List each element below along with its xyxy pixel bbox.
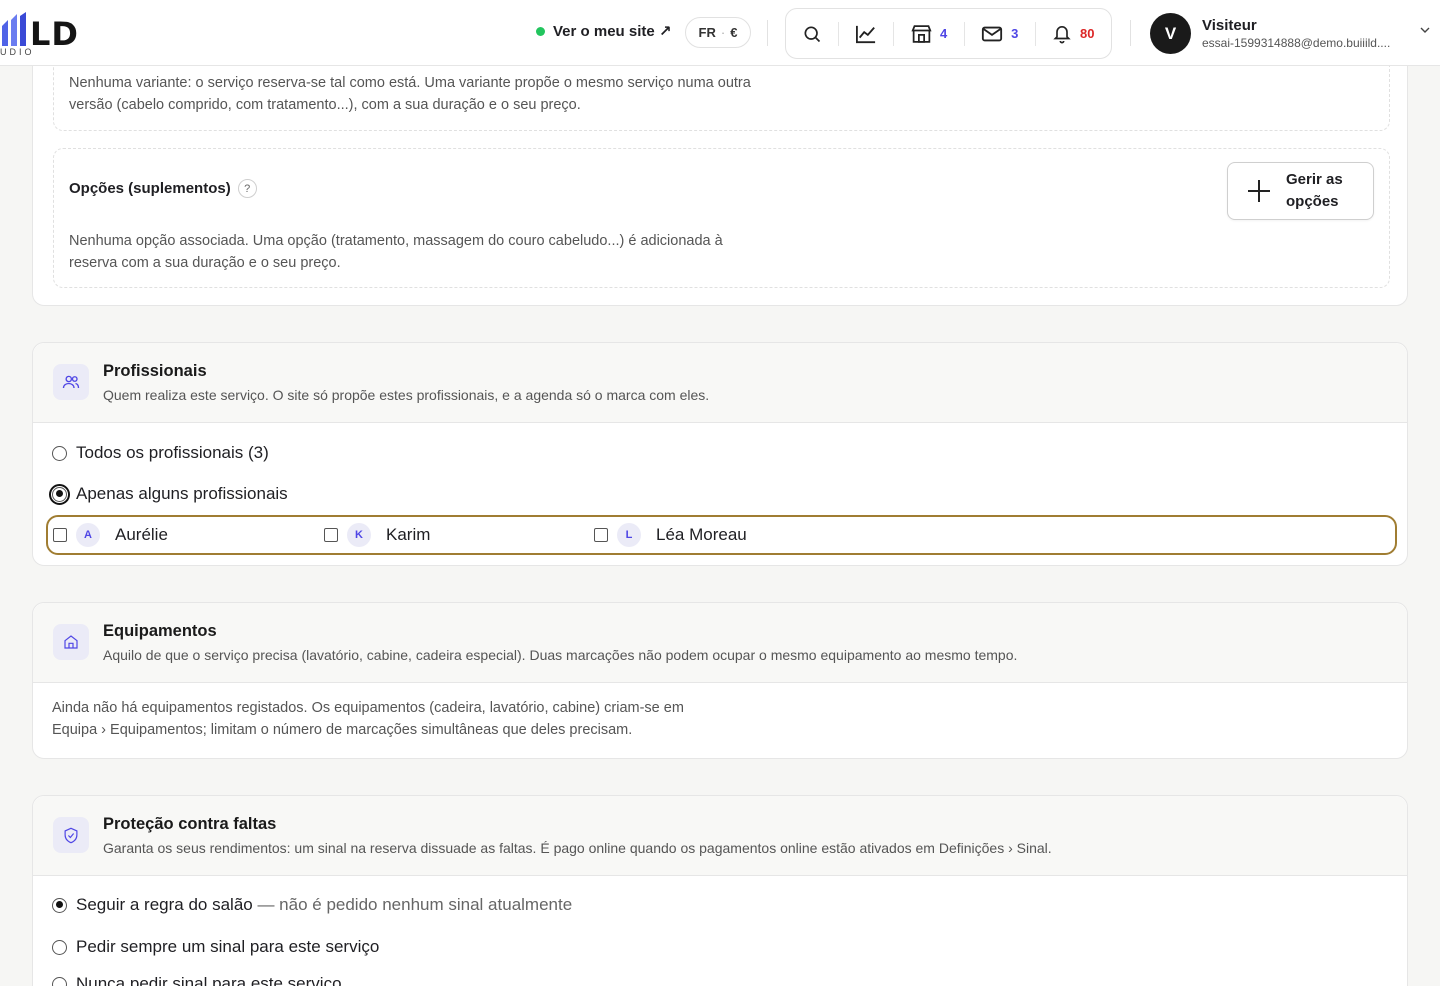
radio-button[interactable] <box>52 897 67 913</box>
top-bar: LD UDIO Ver o meu site ↗ FR · € 4 3 80 V… <box>0 0 1440 66</box>
language-currency-switcher[interactable]: FR · € <box>685 17 751 48</box>
divider <box>767 20 768 46</box>
equipment-card: Equipamentos Aquilo de que o serviço pre… <box>32 602 1408 759</box>
professionals-card: Profissionais Quem realiza este serviço.… <box>32 342 1408 566</box>
radio-label: Todos os profissionais (3) <box>76 443 269 462</box>
radio-label-main: Seguir a regra do salão <box>76 895 253 914</box>
radio-label-note: — não é pedido nenhum sinal atualmente <box>252 895 573 914</box>
store-icon <box>911 24 932 43</box>
radio-button[interactable] <box>52 939 67 955</box>
checkbox[interactable] <box>324 528 338 542</box>
users-icon-badge <box>53 364 89 400</box>
radio-button[interactable] <box>52 976 67 986</box>
checkbox[interactable] <box>594 528 608 542</box>
avatar: A <box>76 523 100 547</box>
chevron-down-icon[interactable] <box>1420 26 1430 34</box>
manage-options-button[interactable]: Gerir as opções <box>1227 162 1374 220</box>
options-title: Opções (suplementos) ? <box>69 179 257 198</box>
radio-some-professionals[interactable]: Apenas alguns profissionais <box>49 483 288 505</box>
manage-options-label: Gerir as opções <box>1286 171 1343 210</box>
equipment-title: Equipamentos <box>103 622 217 640</box>
professional-name: Karim <box>386 525 431 544</box>
notifications-count: 80 <box>1080 26 1095 41</box>
professional-item[interactable]: A Aurélie <box>53 523 168 547</box>
options-panel: Opções (suplementos) ? Gerir as opções N… <box>53 148 1390 288</box>
radio-always-deposit[interactable]: Pedir sempre um sinal para este serviço <box>52 937 379 957</box>
options-title-label: Opções (suplementos) <box>69 180 231 197</box>
professionals-header: Profissionais Quem realiza este serviço.… <box>33 343 1407 423</box>
shield-check-icon <box>64 827 78 843</box>
noshow-protection-card: Proteção contra faltas Garanta os seus r… <box>32 795 1408 986</box>
radio-label: Nunca pedir sinal para este serviço <box>76 974 342 986</box>
building-icon <box>64 635 78 649</box>
radio-follow-salon-rule[interactable]: Seguir a regra do salão — não é pedido n… <box>52 895 572 915</box>
currency-symbol: € <box>730 25 738 40</box>
avatar: K <box>347 523 371 547</box>
notifications-button[interactable]: 80 <box>1036 9 1112 58</box>
professionals-title: Profissionais <box>103 362 207 380</box>
logo-mark-icon <box>2 12 26 46</box>
radio-button[interactable] <box>52 445 67 461</box>
noshow-subtitle: Garanta os seus rendimentos: um sinal na… <box>103 840 1052 856</box>
radio-label: Apenas alguns profissionais <box>76 484 288 503</box>
radio-label: Pedir sempre um sinal para este serviço <box>76 937 380 956</box>
messages-count: 3 <box>1011 26 1019 41</box>
search-icon <box>804 26 820 42</box>
logo-subtext: UDIO <box>0 47 35 57</box>
checkbox[interactable] <box>53 528 67 542</box>
building-icon-badge <box>53 624 89 660</box>
professionals-list: A Aurélie K Karim L Léa Moreau <box>46 515 1397 555</box>
stats-button[interactable] <box>839 9 894 58</box>
users-icon <box>62 375 80 389</box>
toolbar-icons: 4 3 80 <box>785 8 1112 59</box>
brand-logo[interactable]: LD UDIO <box>0 10 100 58</box>
search-button[interactable] <box>786 9 838 58</box>
plus-icon <box>1248 180 1270 202</box>
chart-icon <box>856 25 876 43</box>
online-status-dot <box>536 26 545 36</box>
user-name: Visiteur <box>1202 17 1257 34</box>
radio-label: Seguir a regra do salão — não é pedido n… <box>76 895 572 915</box>
radio-never-deposit[interactable]: Nunca pedir sinal para este serviço <box>52 974 342 986</box>
language-code: FR <box>698 25 716 40</box>
visit-site-link[interactable]: Ver o meu site ↗ <box>536 22 671 40</box>
visit-site-label: Ver o meu site ↗ <box>553 23 672 40</box>
professional-item[interactable]: L Léa Moreau <box>594 523 747 547</box>
equipment-subtitle: Aquilo de que o serviço precisa (lavatór… <box>103 647 1018 663</box>
professionals-subtitle: Quem realiza este serviço. O site só pro… <box>103 387 710 403</box>
messages-button[interactable]: 3 <box>965 9 1035 58</box>
professional-item[interactable]: K Karim <box>324 523 430 547</box>
divider <box>1130 20 1131 46</box>
professional-name: Aurélie <box>115 525 168 544</box>
user-menu[interactable]: V Visiteur essai-1599314888@demo.buiiild… <box>1150 13 1416 54</box>
user-email: essai-1599314888@demo.buiiild.... <box>1202 36 1391 50</box>
equipment-empty-text: Ainda não há equipamentos registados. Os… <box>52 700 684 738</box>
avatar: V <box>1150 13 1191 54</box>
radio-button[interactable] <box>49 483 70 505</box>
avatar: L <box>617 523 641 547</box>
bell-icon <box>1053 26 1071 44</box>
equipment-header: Equipamentos Aquilo de que o serviço pre… <box>33 603 1407 683</box>
noshow-title: Proteção contra faltas <box>103 815 277 833</box>
shield-icon-badge <box>53 817 89 853</box>
separator-dot: · <box>720 25 726 40</box>
logo-text: LD <box>30 15 79 53</box>
professional-name: Léa Moreau <box>656 525 747 544</box>
store-button[interactable]: 4 <box>894 9 964 58</box>
help-icon[interactable]: ? <box>237 179 257 198</box>
radio-all-professionals[interactable]: Todos os profissionais (3) <box>52 443 269 463</box>
mail-icon <box>982 26 1003 41</box>
variants-options-card: Nenhuma variante: o serviço reserva-se t… <box>32 40 1408 306</box>
variants-empty-text: Nenhuma variante: o serviço reserva-se t… <box>69 75 751 113</box>
noshow-header: Proteção contra faltas Garanta os seus r… <box>33 796 1407 876</box>
options-empty-text: Nenhuma opção associada. Uma opção (trat… <box>69 233 723 271</box>
store-count: 4 <box>940 26 948 41</box>
